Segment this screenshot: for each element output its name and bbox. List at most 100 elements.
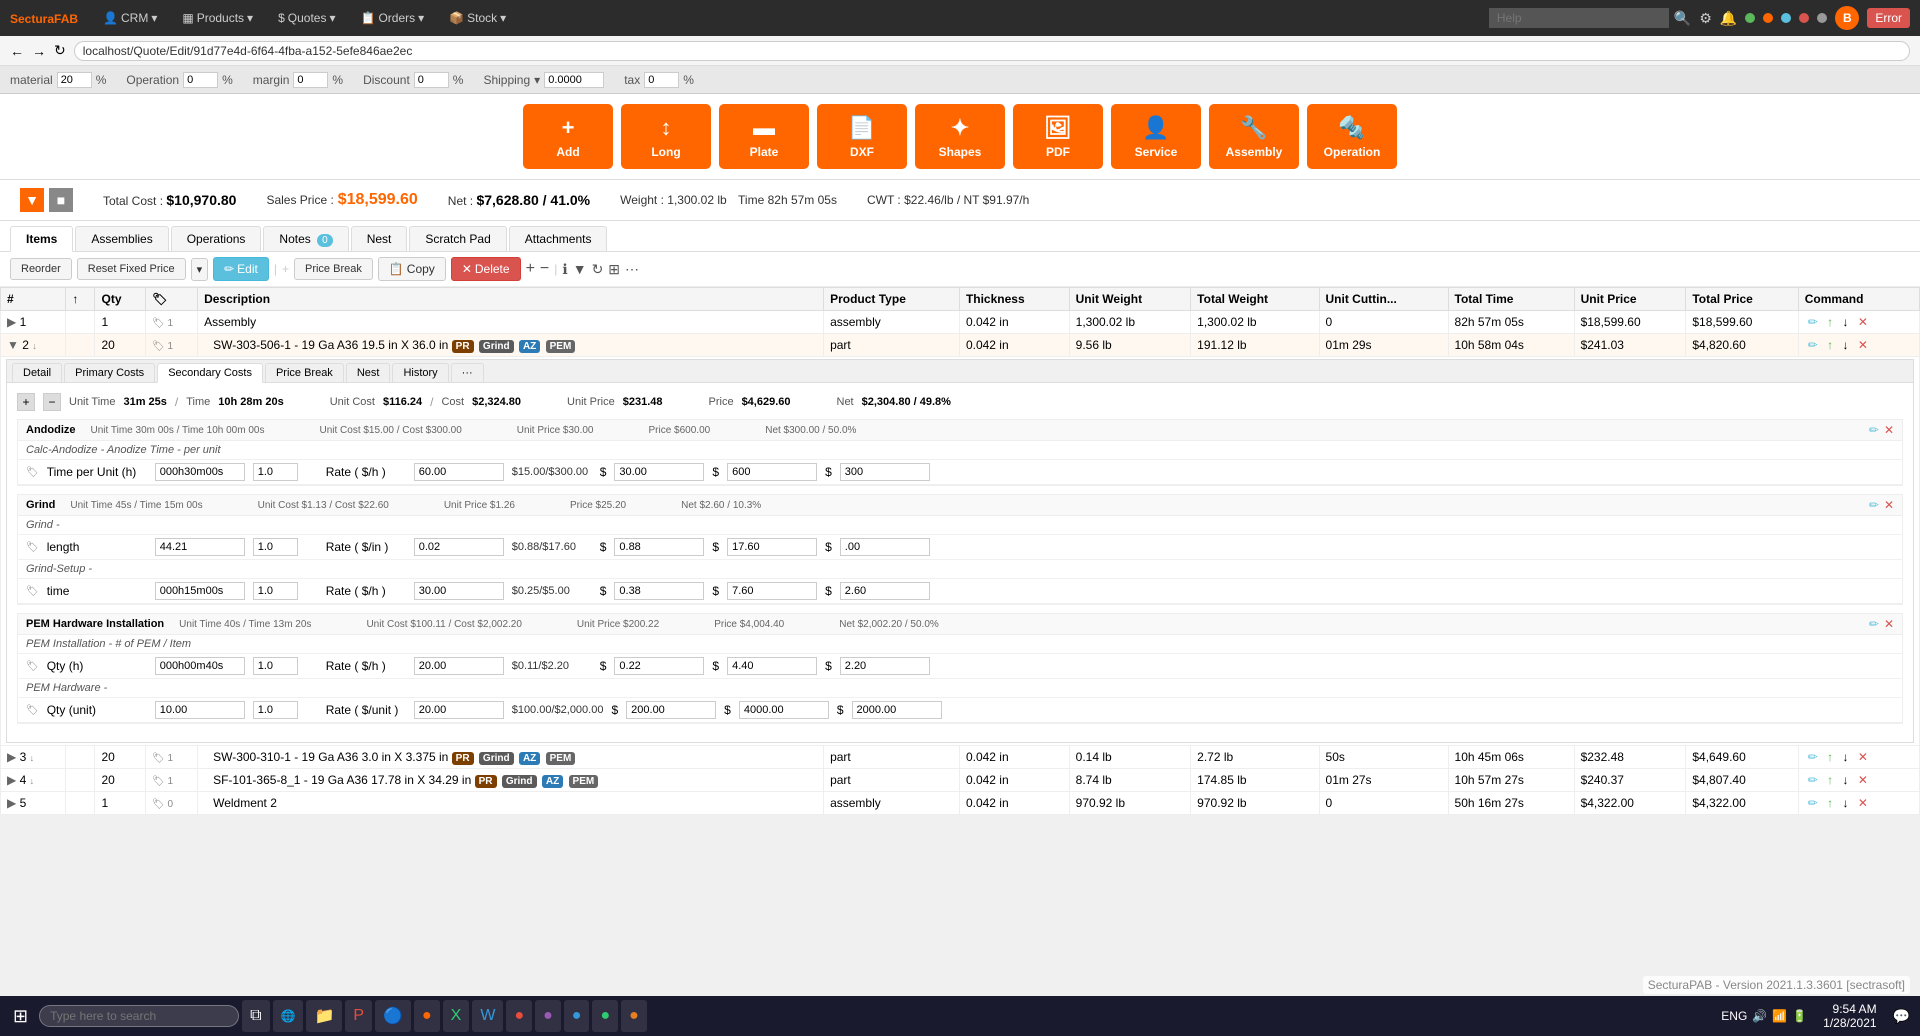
detail-tab-detail[interactable]: Detail xyxy=(12,363,62,382)
grind-rate2-input[interactable] xyxy=(414,582,504,600)
row-copy-btn[interactable]: ↑ xyxy=(1824,314,1836,330)
pem-val1-input[interactable] xyxy=(727,657,817,675)
pem-edit-icon[interactable]: ✏ xyxy=(1869,617,1879,631)
margin-input[interactable] xyxy=(293,72,328,88)
pem-rate2-input[interactable] xyxy=(414,701,504,719)
row-down-btn[interactable]: ↓ xyxy=(1840,314,1852,330)
nav-orders[interactable]: 📋 Orders ▾ xyxy=(351,7,435,29)
notifications-icon[interactable]: 💬 xyxy=(1888,1008,1915,1025)
grind-val3-input[interactable] xyxy=(727,582,817,600)
andodize-delete-icon[interactable]: ✕ xyxy=(1884,423,1894,437)
taskbar-app3-btn[interactable]: ● xyxy=(535,1000,561,1032)
detail-tab-history[interactable]: History xyxy=(392,363,448,382)
andodize-val2-input[interactable] xyxy=(840,463,930,481)
row-copy-btn[interactable]: ↑ xyxy=(1824,795,1836,811)
search-nav-icon[interactable]: 🔍 xyxy=(1674,10,1691,27)
andodize-time-input[interactable] xyxy=(155,463,245,481)
row-delete-btn[interactable]: ✕ xyxy=(1855,749,1871,765)
sc-remove-btn[interactable]: − xyxy=(43,393,61,411)
grind-val4-input[interactable] xyxy=(840,582,930,600)
battery-icon[interactable]: 🔋 xyxy=(1792,1009,1807,1023)
pem-multiplier1-input[interactable] xyxy=(253,657,298,675)
row-delete-btn[interactable]: ✕ xyxy=(1855,795,1871,811)
reorder-button[interactable]: Reorder xyxy=(10,258,72,280)
error-button[interactable]: Error xyxy=(1867,8,1910,28)
nav-crm[interactable]: 👤 CRM ▾ xyxy=(93,7,167,29)
network-icon[interactable]: 📶 xyxy=(1772,1009,1787,1023)
reset-dropdown-btn[interactable]: ▾ xyxy=(191,258,209,281)
taskbar-chrome-btn[interactable]: 🔵 xyxy=(375,1000,411,1032)
andodize-rate-input[interactable] xyxy=(414,463,504,481)
expand-nav-btn[interactable]: ■ xyxy=(49,188,73,212)
detail-tab-more[interactable]: ··· xyxy=(451,363,484,382)
discount-input[interactable] xyxy=(414,72,449,88)
add-button[interactable]: + Add xyxy=(523,104,613,169)
notifications-nav-icon[interactable]: 🔔 xyxy=(1720,10,1737,27)
grind-val2-input[interactable] xyxy=(840,538,930,556)
detail-tab-pricebreak[interactable]: Price Break xyxy=(265,363,344,382)
copy-button[interactable]: 📋 Copy xyxy=(378,257,446,281)
row-down-btn[interactable]: ↓ xyxy=(1840,337,1852,353)
operation-button[interactable]: 🔩 Operation xyxy=(1307,104,1397,169)
taskbar-app1-btn[interactable]: ● xyxy=(414,1000,440,1032)
nav-logo[interactable]: SecturaFAB xyxy=(10,10,78,26)
dxf-button[interactable]: 📄 DXF xyxy=(817,104,907,169)
volume-icon[interactable]: 🔊 xyxy=(1752,1009,1767,1023)
grind-delete-icon[interactable]: ✕ xyxy=(1884,498,1894,512)
row-edit-btn[interactable]: ✏ xyxy=(1805,772,1821,788)
grind-time-input[interactable] xyxy=(155,582,245,600)
nav-products[interactable]: ▦ Products ▾ xyxy=(172,7,263,29)
detail-tab-nest[interactable]: Nest xyxy=(346,363,391,382)
nav-search-input[interactable] xyxy=(1489,8,1669,28)
tab-assemblies[interactable]: Assemblies xyxy=(75,226,168,251)
pem-dollar1-input[interactable] xyxy=(614,657,704,675)
price-break-button[interactable]: Price Break xyxy=(294,258,373,280)
service-button[interactable]: 👤 Service xyxy=(1111,104,1201,169)
shipping-input[interactable] xyxy=(544,72,604,88)
toolbar-refresh[interactable]: ↻ xyxy=(592,261,604,278)
row-toggle[interactable]: ▼ xyxy=(7,338,19,352)
nav-quotes[interactable]: $ Quotes ▾ xyxy=(268,7,345,29)
grind-dollar1-input[interactable] xyxy=(614,538,704,556)
refresh-button[interactable]: ↻ xyxy=(54,42,66,59)
material-input[interactable] xyxy=(57,72,92,88)
pem-val4-input[interactable] xyxy=(852,701,942,719)
task-view-btn[interactable]: ⧉ xyxy=(242,1000,269,1032)
pem-val3-input[interactable] xyxy=(739,701,829,719)
row-edit-btn[interactable]: ✏ xyxy=(1805,314,1821,330)
row-edit-btn[interactable]: ✏ xyxy=(1805,795,1821,811)
taskbar-app6-btn[interactable]: ● xyxy=(621,1000,647,1032)
taskbar-edge-btn[interactable]: 🌐 xyxy=(273,1000,304,1032)
row-delete-btn[interactable]: ✕ xyxy=(1855,337,1871,353)
row-toggle[interactable]: ▶ xyxy=(7,773,16,787)
pem-dollar2-input[interactable] xyxy=(626,701,716,719)
taskbar-search-input[interactable] xyxy=(39,1005,239,1027)
plate-button[interactable]: ▬ Plate xyxy=(719,104,809,169)
grind-dollar2-input[interactable] xyxy=(614,582,704,600)
row-down-btn[interactable]: ↓ xyxy=(1840,772,1852,788)
tax-input[interactable] xyxy=(644,72,679,88)
tab-nest[interactable]: Nest xyxy=(351,226,408,251)
row-delete-btn[interactable]: ✕ xyxy=(1855,772,1871,788)
detail-tab-secondary[interactable]: Secondary Costs xyxy=(157,363,263,383)
assembly-button[interactable]: 🔧 Assembly xyxy=(1209,104,1299,169)
andodize-val1-input[interactable] xyxy=(727,463,817,481)
grind-edit-icon[interactable]: ✏ xyxy=(1869,498,1879,512)
andodize-edit-icon[interactable]: ✏ xyxy=(1869,423,1879,437)
start-button[interactable]: ⊞ xyxy=(5,1002,36,1031)
toolbar-i[interactable]: ℹ xyxy=(562,261,567,278)
tab-items[interactable]: Items xyxy=(10,226,73,252)
tab-attachments[interactable]: Attachments xyxy=(509,226,608,251)
taskbar-app4-btn[interactable]: ● xyxy=(564,1000,590,1032)
row-copy-btn[interactable]: ↑ xyxy=(1824,749,1836,765)
row-delete-btn[interactable]: ✕ xyxy=(1855,314,1871,330)
nav-stock[interactable]: 📦 Stock ▾ xyxy=(439,7,516,29)
long-button[interactable]: ↕ Long xyxy=(621,104,711,169)
toolbar-minus[interactable]: − xyxy=(540,260,549,278)
toolbar-ellipsis[interactable]: ⋯ xyxy=(625,261,639,278)
row-toggle[interactable]: ▶ xyxy=(7,796,16,810)
tab-notes[interactable]: Notes 0 xyxy=(263,226,348,251)
row-edit-btn[interactable]: ✏ xyxy=(1805,337,1821,353)
taskbar-powerpoint-btn[interactable]: P xyxy=(345,1000,372,1032)
taskbar-app2-btn[interactable]: ● xyxy=(506,1000,532,1032)
